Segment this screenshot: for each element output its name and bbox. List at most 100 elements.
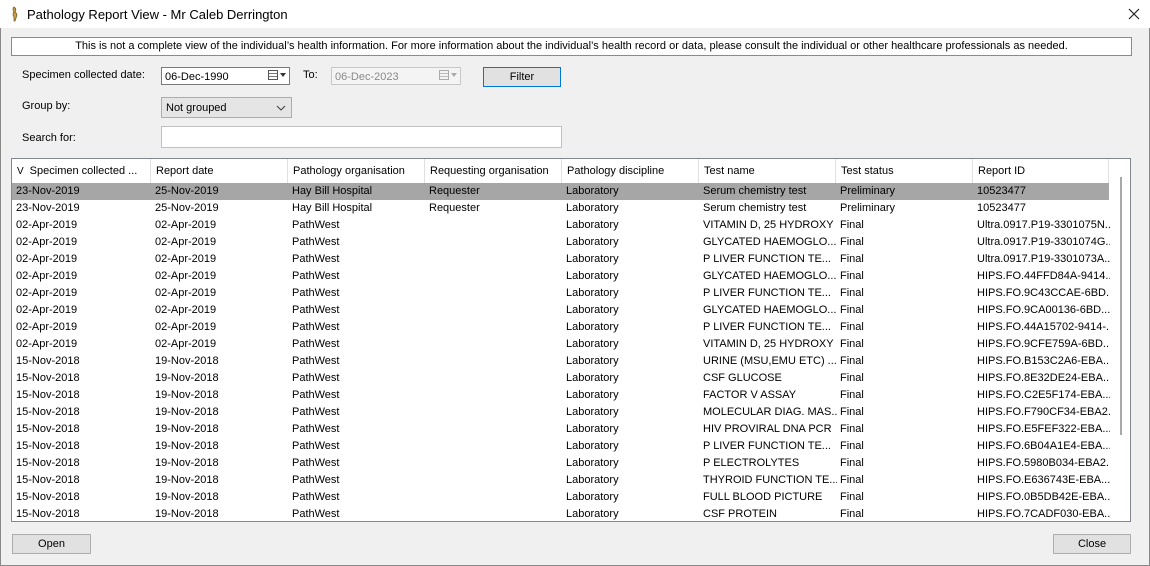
calendar-icon[interactable] <box>268 70 286 80</box>
report-date-cell: 25-Nov-2019 <box>155 185 219 197</box>
report-id-cell: HIPS.FO.8E32DE24-EBA... <box>977 372 1110 384</box>
table-row[interactable]: 15-Nov-2018 19-Nov-2018 PathWest Laboratory… <box>12 489 1110 506</box>
filter-button[interactable]: Filter <box>483 67 561 87</box>
group-by-value: Not grouped <box>166 102 227 114</box>
requesting-org-cell <box>426 234 563 251</box>
test-name-cell: GLYCATED HAEMOGLO... <box>703 236 837 248</box>
report-date-cell: 02-Apr-2019 <box>155 287 217 299</box>
table-row[interactable]: 15-Nov-2018 19-Nov-2018 PathWest Laboratory… <box>12 506 1110 521</box>
column-header-label: Specimen collected ... <box>29 165 138 177</box>
table-row[interactable]: 02-Apr-2019 02-Apr-2019 PathWest Laboratory… <box>12 336 1110 353</box>
specimen-date-cell: 15-Nov-2018 <box>16 491 80 503</box>
report-date-cell: 02-Apr-2019 <box>155 236 217 248</box>
pathology-org-cell: PathWest <box>292 406 340 418</box>
report-date-cell: 02-Apr-2019 <box>155 253 217 265</box>
scrollbar-thumb[interactable] <box>1120 177 1122 435</box>
column-header-col-report-id[interactable]: Report ID <box>973 159 1109 183</box>
column-header-col-pathology-org[interactable]: Pathology organisation <box>288 159 425 183</box>
table-row[interactable]: 15-Nov-2018 19-Nov-2018 PathWest Laboratory… <box>12 370 1110 387</box>
report-date-cell: 02-Apr-2019 <box>155 321 217 333</box>
pathology-org-cell: PathWest <box>292 474 340 486</box>
close-button[interactable]: Close <box>1053 534 1131 554</box>
test-name-cell: CSF PROTEIN <box>703 508 777 520</box>
report-date-cell: 19-Nov-2018 <box>155 491 219 503</box>
table-row[interactable]: 15-Nov-2018 19-Nov-2018 PathWest Laboratory… <box>12 472 1110 489</box>
column-header-col-specimen-collected[interactable]: V Specimen collected ... <box>12 159 151 183</box>
pathology-org-cell: PathWest <box>292 304 340 316</box>
sort-desc-icon: V <box>17 166 24 177</box>
report-id-cell: HIPS.FO.E636743E-EBA... <box>977 474 1110 486</box>
table-row[interactable]: 15-Nov-2018 19-Nov-2018 PathWest Laboratory… <box>12 421 1110 438</box>
test-status-cell: Final <box>840 253 864 265</box>
report-date-cell: 02-Apr-2019 <box>155 304 217 316</box>
table-row[interactable]: 02-Apr-2019 02-Apr-2019 PathWest Laboratory… <box>12 234 1110 251</box>
requesting-org-cell <box>426 489 563 506</box>
report-id-cell: HIPS.FO.9CA00136-6BD... <box>977 304 1110 316</box>
pathology-org-cell: PathWest <box>292 219 340 231</box>
requesting-org-cell <box>426 370 563 387</box>
column-header-col-report-date[interactable]: Report date <box>151 159 288 183</box>
close-icon[interactable] <box>1118 0 1150 28</box>
specimen-date-cell: 23-Nov-2019 <box>16 202 80 214</box>
table-row[interactable]: 15-Nov-2018 19-Nov-2018 PathWest Laboratory… <box>12 455 1110 472</box>
specimen-date-cell: 23-Nov-2019 <box>16 185 80 197</box>
test-name-cell: URINE (MSU,EMU ETC) ... <box>703 355 837 367</box>
table-row[interactable]: 02-Apr-2019 02-Apr-2019 PathWest Laboratory… <box>12 251 1110 268</box>
test-name-cell: Serum chemistry test <box>703 185 807 197</box>
table-row[interactable]: 15-Nov-2018 19-Nov-2018 PathWest Laboratory… <box>12 438 1110 455</box>
results-table: V Specimen collected ... Report date Pathol… <box>11 158 1131 522</box>
column-header-col-test-name[interactable]: Test name <box>699 159 836 183</box>
table-row[interactable]: 02-Apr-2019 02-Apr-2019 PathWest Laboratory… <box>12 268 1110 285</box>
table-row[interactable]: 15-Nov-2018 19-Nov-2018 PathWest Laboratory… <box>12 404 1110 421</box>
column-header-col-test-status[interactable]: Test status <box>836 159 973 183</box>
to-label: To: <box>303 69 318 81</box>
vertical-scrollbar[interactable] <box>1112 159 1130 521</box>
report-id-cell: HIPS.FO.F790CF34-EBA2... <box>977 406 1110 418</box>
report-date-cell: 19-Nov-2018 <box>155 406 219 418</box>
test-status-cell: Final <box>840 423 864 435</box>
table-row[interactable]: 02-Apr-2019 02-Apr-2019 PathWest Laboratory… <box>12 302 1110 319</box>
test-name-cell: GLYCATED HAEMOGLO... <box>703 304 837 316</box>
test-status-cell: Final <box>840 440 864 452</box>
report-id-cell: Ultra.0917.P19-3301073A... <box>977 253 1110 265</box>
report-date-cell: 19-Nov-2018 <box>155 457 219 469</box>
report-id-cell: 10523477 <box>977 202 1026 214</box>
report-id-cell: HIPS.FO.7CADF030-EBA... <box>977 508 1110 520</box>
requesting-org-cell <box>426 285 563 302</box>
table-row[interactable]: 02-Apr-2019 02-Apr-2019 PathWest Laboratory… <box>12 319 1110 336</box>
pathology-org-cell: PathWest <box>292 508 340 520</box>
table-row[interactable]: 15-Nov-2018 19-Nov-2018 PathWest Laboratory… <box>12 353 1110 370</box>
search-input[interactable] <box>161 126 562 148</box>
table-row[interactable]: 23-Nov-2019 25-Nov-2019 Hay Bill Hospital R… <box>12 183 1109 200</box>
discipline-cell: Laboratory <box>566 236 619 248</box>
test-name-cell: GLYCATED HAEMOGLO... <box>703 270 837 282</box>
app-icon <box>12 6 18 22</box>
specimen-date-cell: 15-Nov-2018 <box>16 457 80 469</box>
table-row[interactable]: 02-Apr-2019 02-Apr-2019 PathWest Laboratory… <box>12 285 1110 302</box>
group-by-select[interactable]: Not grouped <box>161 97 292 118</box>
report-date-cell: 19-Nov-2018 <box>155 389 219 401</box>
requesting-org-cell <box>426 387 563 404</box>
table-row[interactable]: 15-Nov-2018 19-Nov-2018 PathWest Laboratory… <box>12 387 1110 404</box>
table-row[interactable]: 02-Apr-2019 02-Apr-2019 PathWest Laboratory… <box>12 217 1110 234</box>
pathology-org-cell: PathWest <box>292 355 340 367</box>
column-header-col-requesting-org[interactable]: Requesting organisation <box>425 159 562 183</box>
report-id-cell: HIPS.FO.C2E5F174-EBA... <box>977 389 1110 401</box>
specimen-date-cell: 02-Apr-2019 <box>16 287 78 299</box>
calendar-icon <box>439 70 457 80</box>
pathology-org-cell: PathWest <box>292 440 340 452</box>
table-row[interactable]: 23-Nov-2019 25-Nov-2019 Hay Bill Hospital R… <box>12 200 1109 217</box>
test-name-cell: CSF GLUCOSE <box>703 372 782 384</box>
discipline-cell: Laboratory <box>566 474 619 486</box>
to-date-picker: 06-Dec-2023 <box>331 67 461 85</box>
specimen-date-label: Specimen collected date: <box>22 69 145 81</box>
test-status-cell: Final <box>840 406 864 418</box>
from-date-picker[interactable]: 06-Dec-1990 <box>161 67 290 85</box>
column-header-col-pathology-discipline[interactable]: Pathology discipline <box>562 159 699 183</box>
test-name-cell: FACTOR V ASSAY <box>703 389 797 401</box>
column-header-label: Pathology discipline <box>567 165 665 177</box>
open-button[interactable]: Open <box>12 534 91 554</box>
to-date-value: 06-Dec-2023 <box>335 71 399 83</box>
test-status-cell: Final <box>840 474 864 486</box>
report-date-cell: 19-Nov-2018 <box>155 423 219 435</box>
